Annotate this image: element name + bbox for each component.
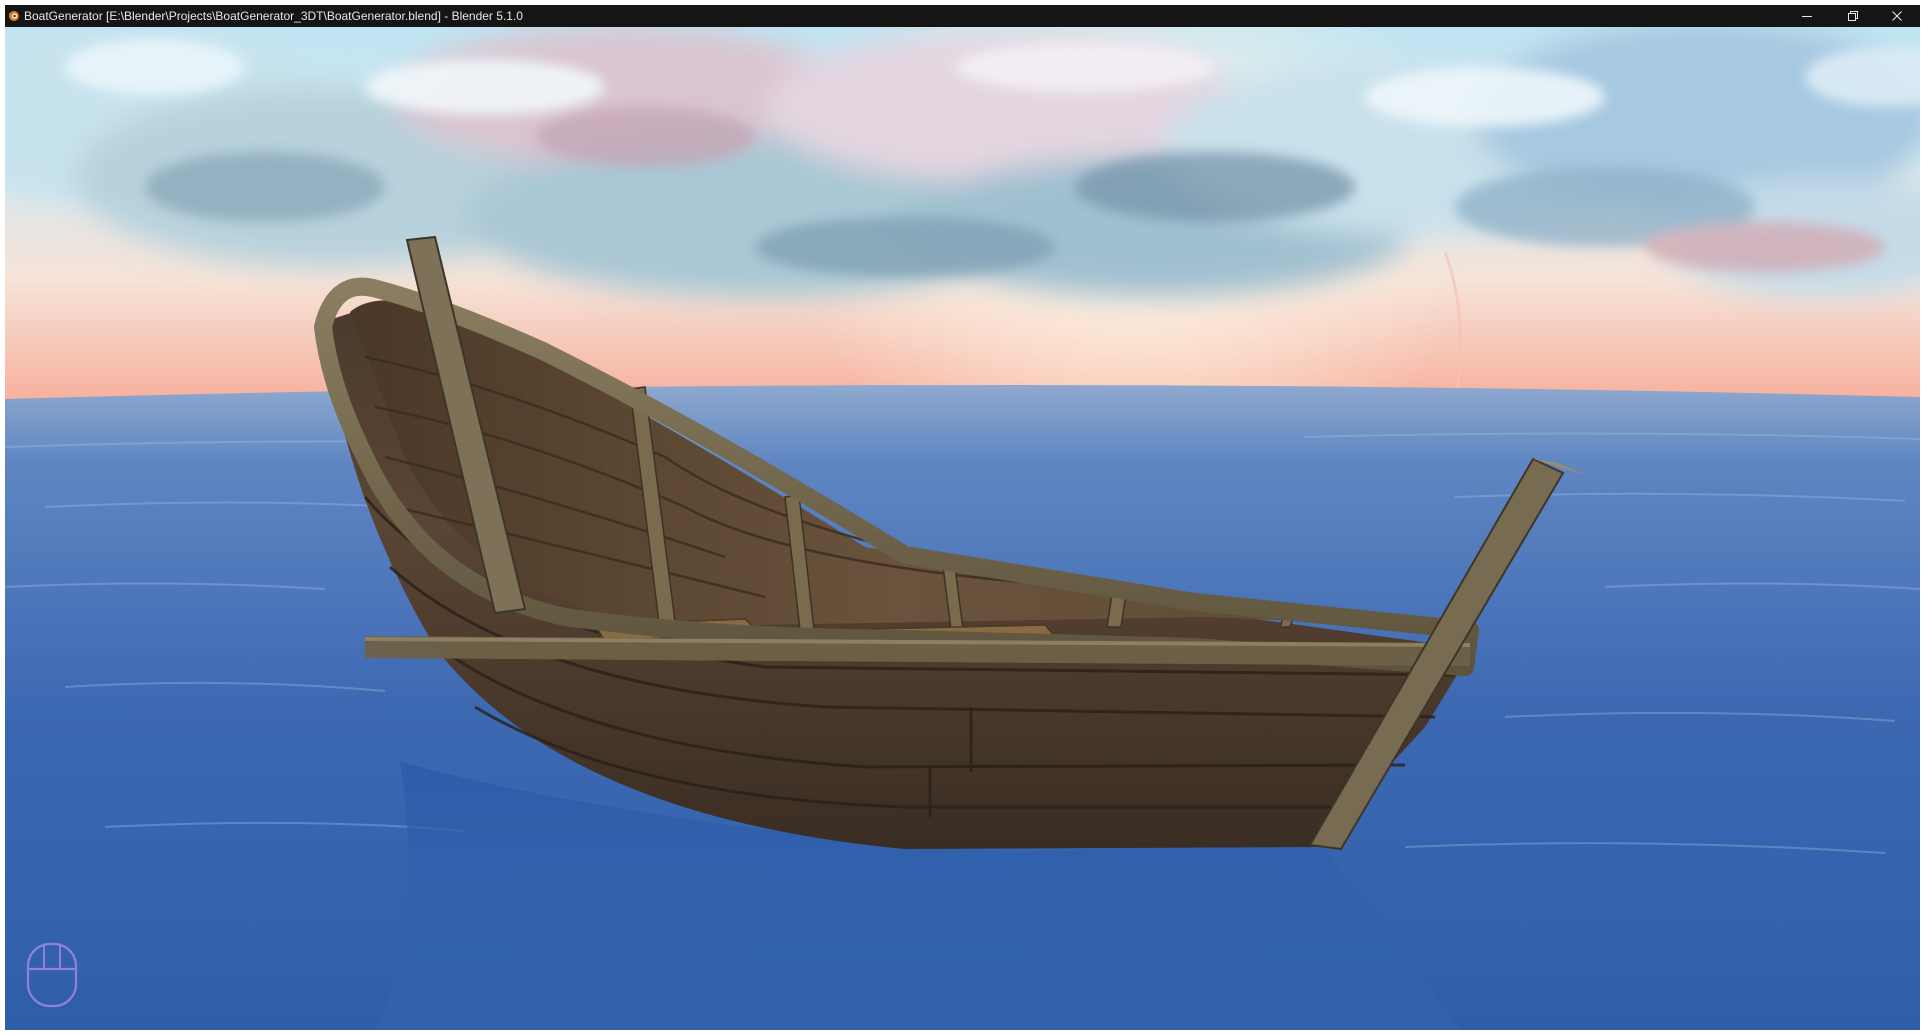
close-icon: [1892, 11, 1902, 21]
blender-window: BoatGenerator [E:\Blender\Projects\BoatG…: [5, 5, 1920, 1030]
restore-button[interactable]: [1830, 5, 1876, 27]
minimize-button[interactable]: [1784, 5, 1830, 27]
minimize-icon: [1802, 16, 1812, 17]
3d-viewport[interactable]: [5, 27, 1920, 1030]
restore-icon: [1848, 11, 1858, 21]
mouse-navigation-icon[interactable]: [25, 941, 79, 1009]
window-title: BoatGenerator [E:\Blender\Projects\BoatG…: [24, 9, 523, 23]
blender-icon: [9, 11, 19, 21]
close-button[interactable]: [1874, 5, 1920, 27]
title-bar[interactable]: BoatGenerator [E:\Blender\Projects\BoatG…: [5, 5, 1920, 27]
rendered-scene: [5, 27, 1920, 1030]
